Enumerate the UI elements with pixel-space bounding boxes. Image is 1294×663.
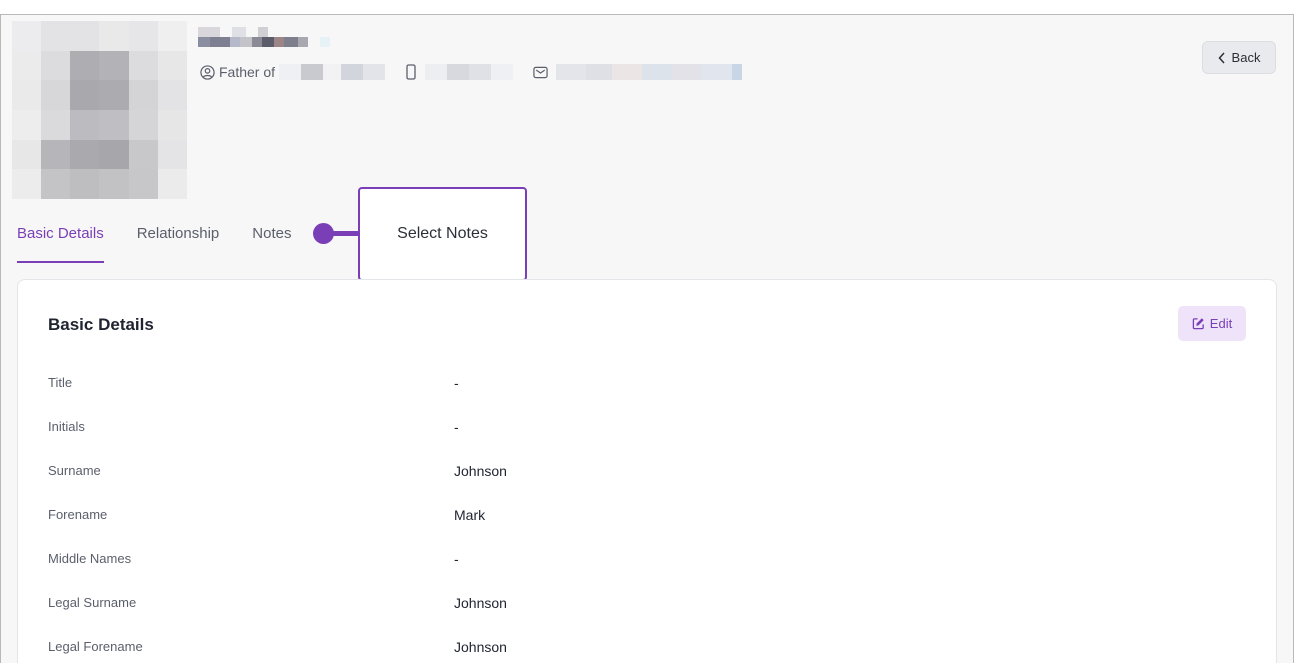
tab-bar: Basic Details Relationship Notes	[17, 225, 324, 263]
contact-meta: Father of	[200, 64, 762, 80]
edit-button[interactable]: Edit	[1178, 306, 1246, 341]
callout-connector	[331, 231, 359, 236]
tab-notes[interactable]: Notes	[252, 225, 291, 263]
field-row-legal-forename: Legal Forename Johnson	[48, 639, 1248, 663]
field-label: Initials	[48, 419, 85, 434]
email-redacted	[556, 64, 743, 80]
basic-details-card: Basic Details Edit Title - Initials - Su…	[17, 279, 1277, 663]
profile-page: Father of Back Basic Details Relationshi…	[0, 14, 1294, 663]
contact-name-redacted	[198, 27, 330, 47]
field-row-surname: Surname Johnson	[48, 463, 1248, 507]
field-label: Legal Surname	[48, 595, 137, 610]
chevron-left-icon	[1218, 51, 1225, 64]
field-row-middle-names: Middle Names -	[48, 551, 1248, 595]
person-circle-icon	[200, 64, 215, 80]
field-row-initials: Initials -	[48, 419, 1248, 463]
field-label: Middle Names	[48, 551, 132, 566]
callout-tooltip: Select Notes	[358, 187, 527, 281]
phone-info	[405, 64, 514, 80]
card-title: Basic Details	[48, 315, 154, 334]
relation-info: Father of	[200, 64, 386, 80]
field-label: Surname	[48, 463, 101, 478]
back-label: Back	[1231, 50, 1261, 65]
relation-name-redacted	[279, 64, 386, 80]
field-value: Mark	[454, 507, 486, 523]
field-row-legal-surname: Legal Surname Johnson	[48, 595, 1248, 639]
avatar	[12, 21, 187, 199]
envelope-icon	[533, 66, 548, 78]
field-row-title: Title -	[48, 375, 1248, 419]
phone-icon	[406, 64, 416, 80]
field-label: Forename	[48, 507, 108, 522]
field-value: Johnson	[454, 463, 507, 479]
field-label: Legal Forename	[48, 639, 143, 654]
field-value: -	[454, 419, 459, 435]
email-info	[533, 64, 743, 80]
field-value: Johnson	[454, 639, 507, 655]
tab-basic-details[interactable]: Basic Details	[17, 225, 104, 263]
edit-icon	[1192, 318, 1204, 330]
tab-relationship[interactable]: Relationship	[137, 225, 220, 263]
field-value: Johnson	[454, 595, 507, 611]
edit-label: Edit	[1209, 316, 1233, 331]
field-value: -	[454, 551, 459, 567]
field-value: -	[454, 375, 459, 391]
details-list: Title - Initials - Surname Johnson Foren…	[48, 375, 1248, 663]
phone-number-redacted	[425, 64, 514, 80]
back-button[interactable]: Back	[1202, 41, 1276, 74]
callout-text: Select Notes	[397, 225, 488, 242]
relation-label: Father of	[219, 64, 276, 80]
field-row-forename: Forename Mark	[48, 507, 1248, 551]
field-label: Title	[48, 375, 73, 390]
